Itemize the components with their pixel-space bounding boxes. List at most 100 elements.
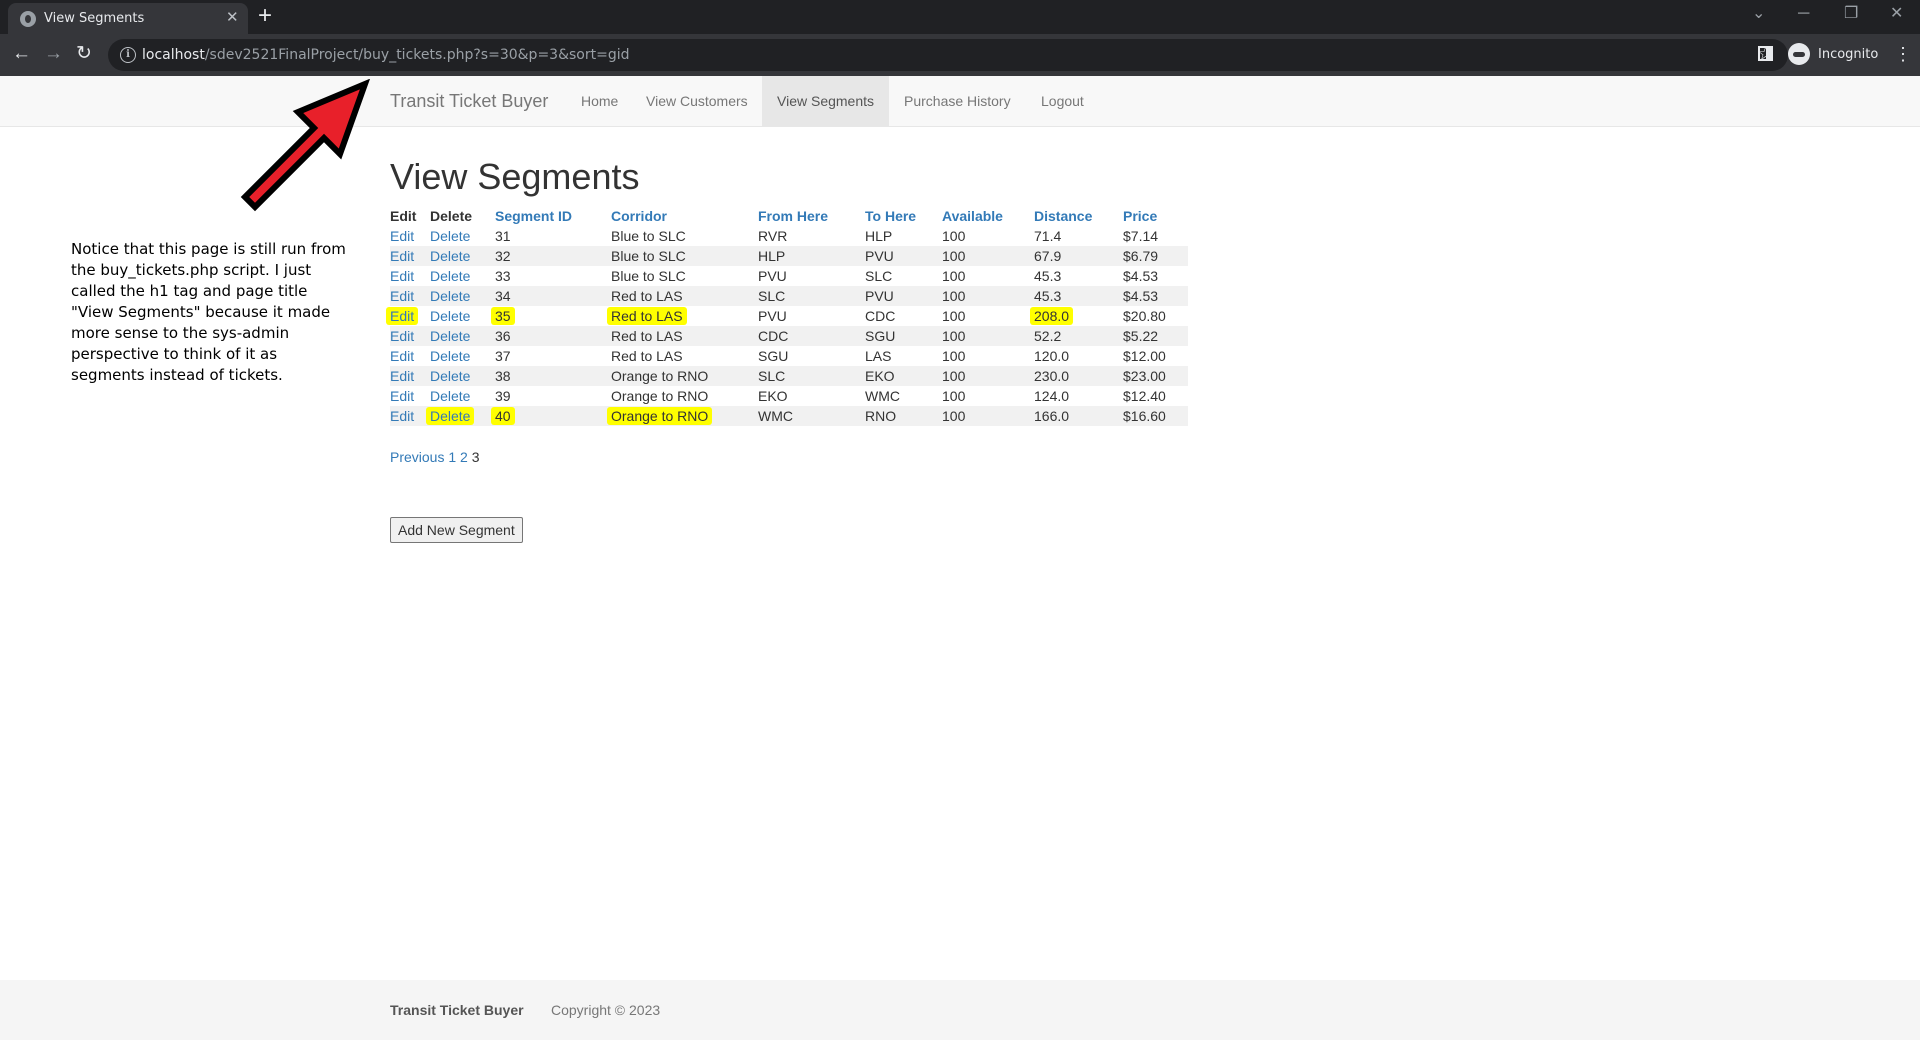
- delete-link[interactable]: Delete: [430, 268, 470, 284]
- available-cell: 100: [942, 306, 1034, 326]
- edit-link[interactable]: Edit: [390, 328, 414, 344]
- menu-icon[interactable]: ⋮: [1894, 42, 1912, 66]
- corridor-cell: Blue to SLC: [611, 266, 758, 286]
- nav-view-customers[interactable]: View Customers: [631, 76, 763, 126]
- price-cell: $4.53: [1123, 286, 1188, 306]
- incognito-profile-button[interactable]: Incognito: [1788, 42, 1884, 68]
- delete-link[interactable]: Delete: [430, 348, 470, 364]
- edit-link[interactable]: Edit: [390, 348, 414, 364]
- delete-link[interactable]: Delete: [430, 288, 470, 304]
- price-cell: $20.80: [1123, 306, 1188, 326]
- to-cell: SLC: [865, 266, 942, 286]
- annotation-note: Notice that this page is still run from …: [71, 240, 346, 384]
- navbar-brand[interactable]: Transit Ticket Buyer: [390, 91, 548, 112]
- available-cell: 100: [942, 266, 1034, 286]
- browser-tab[interactable]: View Segments ✕: [8, 3, 248, 34]
- table-header-row: Edit Delete Segment ID Corridor From Her…: [390, 206, 1188, 226]
- reload-icon[interactable]: ↻: [76, 42, 92, 66]
- price-cell: $6.79: [1123, 246, 1188, 266]
- segment-id-cell: 38: [495, 366, 611, 386]
- header-to-here[interactable]: To Here: [865, 206, 942, 226]
- header-edit: Edit: [390, 208, 417, 224]
- corridor-cell: Red to LAS: [611, 326, 758, 346]
- header-from-here[interactable]: From Here: [758, 206, 865, 226]
- distance-cell: 45.3: [1034, 266, 1123, 286]
- segment-id-cell: 36: [495, 326, 611, 346]
- distance-cell: 166.0: [1034, 406, 1123, 426]
- header-distance[interactable]: Distance: [1034, 206, 1123, 226]
- back-icon[interactable]: ←: [12, 42, 31, 66]
- edit-link[interactable]: Edit: [390, 228, 414, 244]
- info-icon[interactable]: i: [120, 47, 136, 63]
- price-cell: $16.60: [1123, 406, 1188, 426]
- incognito-label: Incognito: [1818, 47, 1879, 62]
- incognito-icon: [1788, 43, 1810, 65]
- segment-id-cell: 35: [491, 307, 515, 325]
- header-available[interactable]: Available: [942, 206, 1034, 226]
- edit-link[interactable]: Edit: [390, 368, 414, 384]
- table-row: Edit Delete 32 Blue to SLC HLP PVU 100 6…: [390, 246, 1188, 266]
- url-text[interactable]: localhost/sdev2521FinalProject/buy_ticke…: [142, 47, 630, 63]
- edit-link[interactable]: Edit: [390, 268, 414, 284]
- pager-page-1[interactable]: 1: [448, 449, 456, 465]
- from-cell: EKO: [758, 386, 865, 406]
- tab-search-icon[interactable]: ⌄: [1752, 4, 1765, 24]
- close-tab-icon[interactable]: ✕: [226, 8, 239, 26]
- header-segment-id[interactable]: Segment ID: [495, 206, 611, 226]
- from-cell: HLP: [758, 246, 865, 266]
- header-corridor[interactable]: Corridor: [611, 206, 758, 226]
- delete-link[interactable]: Delete: [430, 388, 470, 404]
- delete-link[interactable]: Delete: [430, 228, 470, 244]
- globe-icon: [20, 11, 36, 27]
- segment-id-cell: 40: [491, 407, 515, 425]
- edit-link[interactable]: Edit: [390, 388, 414, 404]
- distance-cell: 208.0: [1030, 307, 1074, 325]
- distance-cell: 52.2: [1034, 326, 1123, 346]
- table-row-highlighted: Edit Delete 35 Red to LAS PVU CDC 100 20…: [386, 306, 1188, 326]
- from-cell: PVU: [758, 306, 865, 326]
- browser-tab-strip: View Segments ✕ + ⌄ ─ ❐ ✕: [0, 0, 1920, 34]
- corridor-cell: Orange to RNO: [611, 366, 758, 386]
- segment-id-cell: 33: [495, 266, 611, 286]
- delete-link[interactable]: Delete: [430, 328, 470, 344]
- table-row: Edit Delete 36 Red to LAS CDC SGU 100 52…: [390, 326, 1188, 346]
- add-new-segment-button[interactable]: Add New Segment: [390, 517, 523, 543]
- delete-link[interactable]: Delete: [430, 308, 470, 324]
- delete-link[interactable]: Delete: [430, 248, 470, 264]
- nav-purchase-history[interactable]: Purchase History: [889, 76, 1026, 126]
- pager-page-2[interactable]: 2: [460, 449, 468, 465]
- new-tab-button[interactable]: +: [258, 2, 272, 30]
- browser-toolbar: ← → ↻ i localhost/sdev2521FinalProject/b…: [0, 34, 1920, 76]
- edit-link[interactable]: Edit: [390, 248, 414, 264]
- web-page: Transit Ticket Buyer Home View Customers…: [0, 76, 1920, 1040]
- restore-icon[interactable]: ❐: [1844, 4, 1858, 24]
- header-price[interactable]: Price: [1123, 206, 1188, 226]
- nav-logout[interactable]: Logout: [1026, 76, 1099, 126]
- site-footer: Transit Ticket Buyer Copyright © 2023: [0, 980, 1920, 1040]
- pager-previous[interactable]: Previous: [390, 449, 444, 465]
- edit-link[interactable]: Edit: [386, 307, 419, 325]
- forward-icon[interactable]: →: [44, 42, 63, 66]
- nav-view-segments[interactable]: View Segments: [762, 76, 890, 126]
- edit-link[interactable]: Edit: [390, 288, 414, 304]
- address-bar[interactable]: i localhost/sdev2521FinalProject/buy_tic…: [108, 39, 1788, 71]
- corridor-cell: Orange to RNO: [607, 407, 713, 425]
- distance-cell: 120.0: [1034, 346, 1123, 366]
- annotation-arrow-shape: [240, 79, 370, 212]
- distance-cell: 230.0: [1034, 366, 1123, 386]
- nav-home[interactable]: Home: [566, 76, 633, 126]
- window-close-icon[interactable]: ✕: [1890, 4, 1903, 24]
- tab-title: View Segments: [44, 11, 145, 26]
- delete-link[interactable]: Delete: [426, 407, 475, 425]
- to-cell: EKO: [865, 366, 942, 386]
- to-cell: RNO: [865, 406, 942, 426]
- corridor-cell: Blue to SLC: [611, 226, 758, 246]
- delete-link[interactable]: Delete: [430, 368, 470, 384]
- distance-cell: 124.0: [1034, 386, 1123, 406]
- minimize-icon[interactable]: ─: [1798, 4, 1809, 24]
- page-title: View Segments: [390, 156, 640, 197]
- side-panel-icon[interactable]: [1758, 46, 1773, 61]
- segments-table: Edit Delete Segment ID Corridor From Her…: [386, 206, 1188, 426]
- available-cell: 100: [942, 326, 1034, 346]
- edit-link[interactable]: Edit: [390, 408, 414, 424]
